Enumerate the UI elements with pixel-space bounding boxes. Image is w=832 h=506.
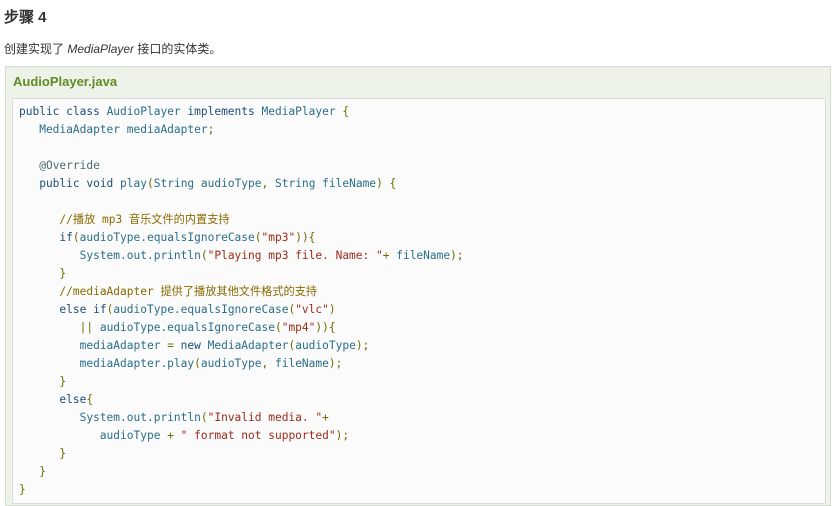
code-line: } (19, 463, 825, 481)
code-token: + (167, 429, 181, 442)
code-block[interactable]: public class AudioPlayer implements Medi… (19, 103, 825, 499)
code-token: public class (19, 105, 107, 118)
code-token: ) { (376, 177, 397, 190)
code-line: public void play(String audioType, Strin… (19, 175, 825, 193)
code-line: || audioType.equalsIgnoreCase("mp4")){ (19, 319, 825, 337)
code-token: ( (147, 177, 154, 190)
code-token: { (342, 105, 350, 118)
code-token: audioType.equalsIgnoreCase (99, 321, 275, 334)
code-token: audioType (19, 429, 168, 442)
step-description-suffix: 接口的实体类。 (134, 42, 222, 56)
code-token: MediaAdapter mediaAdapter (19, 123, 208, 136)
step-heading: 步骤 4 (4, 9, 47, 26)
code-line: } (19, 265, 825, 283)
code-token: ); (450, 249, 464, 262)
code-token: = (167, 339, 181, 352)
code-token: String audioType (153, 177, 262, 190)
code-token: String fileName (275, 177, 377, 190)
code-token: ); (335, 429, 350, 442)
file-title: AudioPlayer.java (13, 74, 118, 89)
code-token: ( (194, 357, 201, 370)
code-token: ); (355, 339, 370, 352)
code-token: "Playing mp3 file. Name: " (207, 249, 383, 262)
code-token: + (322, 411, 329, 424)
code-token: System.out.println (19, 411, 201, 424)
code-token: new (180, 339, 208, 352)
code-line: public class AudioPlayer implements Medi… (19, 103, 825, 121)
code-token: //mediaAdapter 提供了播放其他文件格式的支持 (19, 285, 318, 298)
code-token: MediaPlayer (261, 105, 343, 118)
code-token: AudioPlayer (106, 105, 188, 118)
code-token: public void (19, 177, 121, 190)
code-token: + (382, 249, 397, 262)
code-token: ( (72, 231, 80, 244)
code-token: MediaAdapter (207, 339, 289, 352)
code-token: if (19, 231, 73, 244)
code-token: " format not supported" (180, 429, 336, 442)
code-token: ( (254, 231, 262, 244)
code-token: //播放 mp3 音乐文件的内置支持 (19, 213, 230, 226)
code-token: @Override (39, 159, 100, 172)
code-token: System.out.println (19, 249, 201, 262)
code-token: "mp3" (261, 231, 296, 244)
code-token: } (19, 483, 26, 496)
code-token: else if (19, 303, 107, 316)
code-example-box: AudioPlayer.java public class AudioPlaye… (5, 66, 831, 506)
code-token: } (19, 375, 67, 388)
code-token: ); (328, 357, 343, 370)
code-token: ) (328, 303, 336, 316)
code-token: || (19, 321, 100, 334)
code-line: if(audioType.equalsIgnoreCase("mp3")){ (19, 229, 825, 247)
code-token: fileName (274, 357, 329, 370)
code-line: System.out.println("Invalid media. "+ (19, 409, 825, 427)
interface-name: MediaPlayer (67, 42, 135, 56)
code-token: ; (207, 123, 215, 136)
code-line: mediaAdapter = new MediaAdapter(audioTyp… (19, 337, 825, 355)
code-line: //mediaAdapter 提供了播放其他文件格式的支持 (19, 283, 825, 301)
code-token: mediaAdapter (19, 339, 168, 352)
code-line: else if(audioType.equalsIgnoreCase("vlc"… (19, 301, 825, 319)
code-token: ( (274, 321, 282, 334)
code-line: MediaAdapter mediaAdapter; (19, 121, 825, 139)
code-token: else (19, 393, 87, 406)
code-token: audioType (200, 357, 262, 370)
code-token: audioType.equalsIgnoreCase (113, 303, 289, 316)
code-token: , (261, 177, 276, 190)
code-token: mediaAdapter.play (19, 357, 195, 370)
code-token: play (120, 177, 147, 190)
code-token: "Invalid media. " (207, 411, 323, 424)
code-token: )){ (315, 321, 336, 334)
code-line: @Override (19, 157, 825, 175)
code-token: ( (200, 411, 208, 424)
code-token: , (261, 357, 275, 370)
code-token: audioType.equalsIgnoreCase (79, 231, 255, 244)
code-token: "vlc" (295, 303, 329, 316)
code-line: else{ (19, 391, 825, 409)
code-line: audioType + " format not supported"); (19, 427, 825, 445)
code-token: fileName (396, 249, 451, 262)
code-panel[interactable]: public class AudioPlayer implements Medi… (12, 98, 826, 504)
code-token: implements (187, 105, 262, 118)
code-token: "mp4" (281, 321, 316, 334)
code-line: } (19, 481, 825, 499)
code-line: System.out.println("Playing mp3 file. Na… (19, 247, 825, 265)
step-description: 创建实现了 MediaPlayer 接口的实体类。 (4, 40, 221, 58)
code-token: } (19, 267, 67, 280)
code-token: )){ (295, 231, 316, 244)
code-line: } (19, 373, 825, 391)
code-line: } (19, 445, 825, 463)
step-description-prefix: 创建实现了 (4, 42, 68, 56)
code-token: audioType (295, 339, 356, 352)
code-token: } (19, 465, 46, 478)
code-token: } (19, 447, 67, 460)
code-line: mediaAdapter.play(audioType, fileName); (19, 355, 825, 373)
code-token: { (86, 393, 94, 406)
code-line: //播放 mp3 音乐文件的内置支持 (19, 211, 825, 229)
code-token: ( (200, 249, 208, 262)
